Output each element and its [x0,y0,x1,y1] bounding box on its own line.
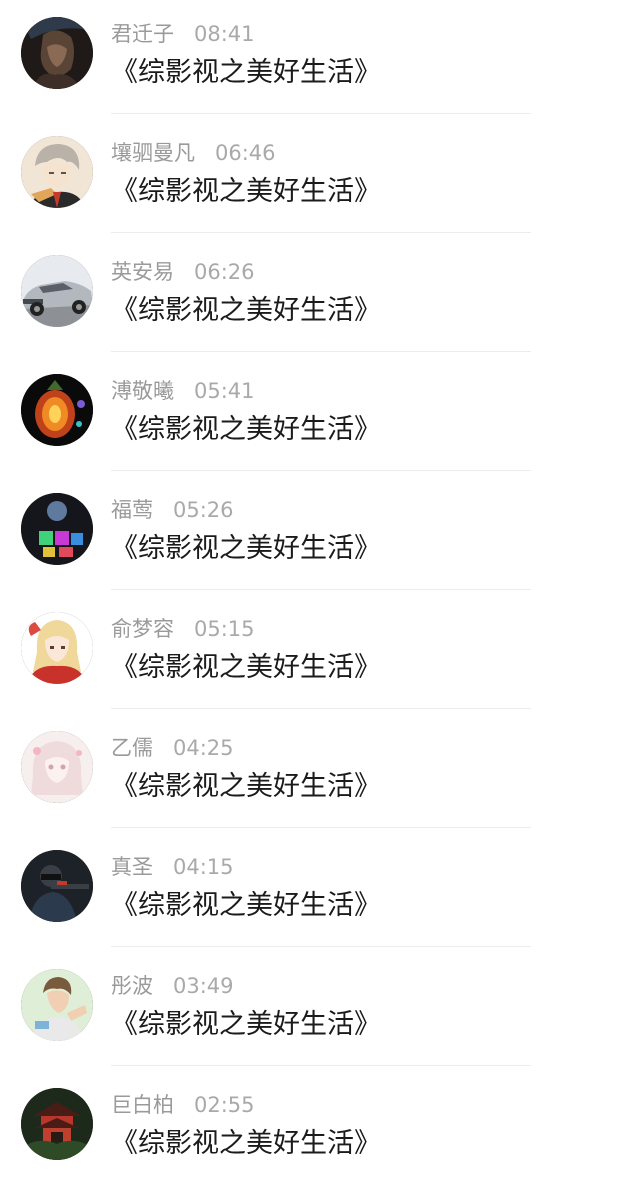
avatar[interactable] [21,969,93,1041]
message-row[interactable]: 真圣 04:15 《综影视之美好生活》 [0,833,640,952]
sender-name: 俞梦容 [111,617,174,641]
message-meta: 英安易 06:26 [111,256,255,288]
avatar[interactable] [21,731,93,803]
message-meta: 俞梦容 05:15 [111,613,255,645]
message-time: 05:15 [194,617,255,641]
message-text: 《综影视之美好生活》 [111,1009,381,1040]
message-meta: 巨白柏 02:55 [111,1089,255,1121]
divider [111,589,531,590]
pagoda-avatar-icon [21,1088,93,1160]
sender-name: 真圣 [111,855,153,879]
message-meta: 真圣 04:15 [111,851,234,883]
message-row[interactable]: 英安易 06:26 《综影视之美好生活》 [0,238,640,357]
message-text: 《综影视之美好生活》 [111,57,381,88]
message-time: 02:55 [194,1093,255,1117]
divider [111,470,531,471]
message-meta: 壤驷曼凡 06:46 [111,137,276,169]
avatar[interactable] [21,374,93,446]
divider [111,113,531,114]
message-row[interactable]: 彤波 03:49 《综影视之美好生活》 [0,952,640,1071]
message-text: 《综影视之美好生活》 [111,414,381,445]
message-list: 君迁子 08:41 《综影视之美好生活》 壤驷曼凡 06:46 《综影视之美好生活》 [0,0,640,1179]
avatar[interactable] [21,850,93,922]
divider [111,232,531,233]
message-text: 《综影视之美好生活》 [111,533,381,564]
sender-name: 巨白柏 [111,1093,174,1117]
divider [111,1065,531,1066]
avatar[interactable] [21,1088,93,1160]
message-text: 《综影视之美好生活》 [111,295,381,326]
message-meta: 溥敬曦 05:41 [111,375,255,407]
divider [111,351,531,352]
message-row[interactable]: 俞梦容 05:15 《综影视之美好生活》 [0,595,640,714]
message-meta: 彤波 03:49 [111,970,234,1002]
message-row[interactable]: 巨白柏 02:55 《综影视之美好生活》 [0,1071,640,1190]
message-row[interactable]: 福莺 05:26 《综影视之美好生活》 [0,476,640,595]
message-meta: 乙儒 04:25 [111,732,234,764]
anime-boy-avatar-icon [21,136,93,208]
divider [111,708,531,709]
message-meta: 福莺 05:26 [111,494,234,526]
message-time: 03:49 [173,974,234,998]
silver-car-avatar-icon [21,255,93,327]
message-text: 《综影视之美好生活》 [111,771,381,802]
sender-name: 乙儒 [111,736,153,760]
message-meta: 君迁子 08:41 [111,18,255,50]
message-text: 《综影视之美好生活》 [111,1128,381,1159]
soldier-avatar-icon [21,850,93,922]
message-time: 06:46 [215,141,276,165]
message-text: 《综影视之美好生活》 [111,176,381,207]
message-time: 04:15 [173,855,234,879]
message-time: 04:25 [173,736,234,760]
message-time: 06:26 [194,260,255,284]
pale-anime-girl-avatar-icon [21,731,93,803]
message-row[interactable]: 壤驷曼凡 06:46 《综影视之美好生活》 [0,119,640,238]
colorful-lights-avatar-icon [21,493,93,565]
divider [111,827,531,828]
message-row[interactable]: 君迁子 08:41 《综影视之美好生活》 [0,0,640,119]
message-text: 《综影视之美好生活》 [111,890,381,921]
glowing-fruit-avatar-icon [21,374,93,446]
avatar[interactable] [21,493,93,565]
sender-name: 君迁子 [111,22,174,46]
avatar[interactable] [21,17,93,89]
dark-portrait-avatar-icon [21,17,93,89]
message-time: 08:41 [194,22,255,46]
woman-fitness-avatar-icon [21,969,93,1041]
anime-girl-avatar-icon [21,612,93,684]
sender-name: 彤波 [111,974,153,998]
sender-name: 溥敬曦 [111,379,174,403]
avatar[interactable] [21,612,93,684]
sender-name: 壤驷曼凡 [111,141,195,165]
avatar[interactable] [21,255,93,327]
divider [111,946,531,947]
sender-name: 福莺 [111,498,153,522]
message-row[interactable]: 溥敬曦 05:41 《综影视之美好生活》 [0,357,640,476]
message-row[interactable]: 乙儒 04:25 《综影视之美好生活》 [0,714,640,833]
message-text: 《综影视之美好生活》 [111,652,381,683]
sender-name: 英安易 [111,260,174,284]
message-time: 05:26 [173,498,234,522]
message-time: 05:41 [194,379,255,403]
avatar[interactable] [21,136,93,208]
